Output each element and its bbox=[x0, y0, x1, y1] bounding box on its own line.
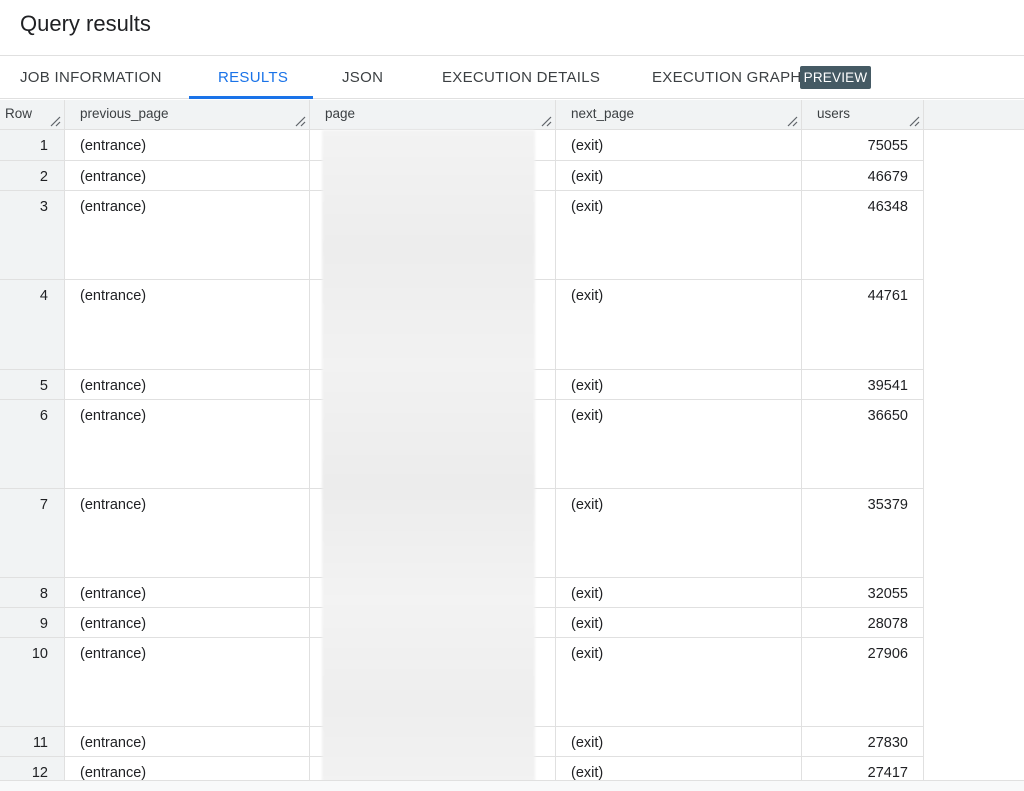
preview-badge: PREVIEW bbox=[800, 66, 871, 89]
tab-json[interactable]: JSON bbox=[342, 56, 383, 99]
cell-users: 28078 bbox=[802, 608, 924, 638]
resize-handle-icon[interactable] bbox=[787, 116, 798, 127]
cell-next-page: (exit) bbox=[556, 578, 802, 608]
row-number: 1 bbox=[0, 130, 65, 161]
cell-users: 46348 bbox=[802, 191, 924, 280]
cell-users: 32055 bbox=[802, 578, 924, 608]
row-number: 11 bbox=[0, 727, 65, 757]
resize-handle-icon[interactable] bbox=[50, 116, 61, 127]
column-header-label: page bbox=[325, 106, 356, 121]
row-number: 2 bbox=[0, 161, 65, 191]
cell-next-page: (exit) bbox=[556, 370, 802, 400]
cell-next-page: (exit) bbox=[556, 757, 802, 780]
row-number: 12 bbox=[0, 757, 65, 780]
cell-next-page: (exit) bbox=[556, 130, 802, 161]
column-header-label: users bbox=[817, 106, 851, 121]
cell-previous-page: (entrance) bbox=[65, 578, 310, 608]
cell-previous-page: (entrance) bbox=[65, 400, 310, 489]
column-header-next-page: next_page bbox=[556, 100, 802, 130]
cell-previous-page: (entrance) bbox=[65, 608, 310, 638]
redacted-page-column bbox=[322, 130, 535, 782]
cell-previous-page: (entrance) bbox=[65, 130, 310, 161]
cell-users: 36650 bbox=[802, 400, 924, 489]
column-header-users: users bbox=[802, 100, 924, 130]
row-number: 10 bbox=[0, 638, 65, 727]
column-header-label: next_page bbox=[571, 106, 635, 121]
cell-next-page: (exit) bbox=[556, 280, 802, 370]
cell-users: 44761 bbox=[802, 280, 924, 370]
horizontal-scrollbar[interactable] bbox=[0, 780, 1024, 791]
cell-next-page: (exit) bbox=[556, 191, 802, 280]
cell-previous-page: (entrance) bbox=[65, 161, 310, 191]
row-number: 6 bbox=[0, 400, 65, 489]
cell-previous-page: (entrance) bbox=[65, 727, 310, 757]
cell-users: 39541 bbox=[802, 370, 924, 400]
column-header-label: Row bbox=[5, 106, 33, 121]
cell-users: 27830 bbox=[802, 727, 924, 757]
cell-users: 35379 bbox=[802, 489, 924, 578]
cell-previous-page: (entrance) bbox=[65, 280, 310, 370]
cell-users: 46679 bbox=[802, 161, 924, 191]
column-header-previous-page: previous_page bbox=[65, 100, 310, 130]
resize-handle-icon[interactable] bbox=[295, 116, 306, 127]
cell-previous-page: (entrance) bbox=[65, 638, 310, 727]
cell-users: 27906 bbox=[802, 638, 924, 727]
cell-next-page: (exit) bbox=[556, 727, 802, 757]
tab-results[interactable]: RESULTS bbox=[218, 56, 288, 99]
cell-next-page: (exit) bbox=[556, 489, 802, 578]
row-number: 3 bbox=[0, 191, 65, 280]
tab-execution-graph[interactable]: EXECUTION GRAPH bbox=[652, 56, 802, 99]
column-header-label: previous_page bbox=[80, 106, 169, 121]
column-header-page: page bbox=[310, 100, 556, 130]
cell-users: 75055 bbox=[802, 130, 924, 161]
cell-previous-page: (entrance) bbox=[65, 489, 310, 578]
cell-next-page: (exit) bbox=[556, 638, 802, 727]
resize-handle-icon[interactable] bbox=[541, 116, 552, 127]
page-title: Query results bbox=[20, 11, 151, 36]
active-tab-indicator bbox=[189, 96, 313, 99]
cell-previous-page: (entrance) bbox=[65, 191, 310, 280]
row-number: 7 bbox=[0, 489, 65, 578]
cell-previous-page: (entrance) bbox=[65, 757, 310, 780]
row-number: 5 bbox=[0, 370, 65, 400]
cell-next-page: (exit) bbox=[556, 608, 802, 638]
cell-next-page: (exit) bbox=[556, 400, 802, 489]
tab-job-information[interactable]: JOB INFORMATION bbox=[20, 56, 162, 99]
cell-users: 27417 bbox=[802, 757, 924, 780]
row-number: 4 bbox=[0, 280, 65, 370]
tab-execution-details[interactable]: EXECUTION DETAILS bbox=[442, 56, 600, 99]
column-header-row: Row bbox=[0, 100, 65, 130]
row-number: 8 bbox=[0, 578, 65, 608]
row-number: 9 bbox=[0, 608, 65, 638]
resize-handle-icon[interactable] bbox=[909, 116, 920, 127]
cell-next-page: (exit) bbox=[556, 161, 802, 191]
cell-previous-page: (entrance) bbox=[65, 370, 310, 400]
